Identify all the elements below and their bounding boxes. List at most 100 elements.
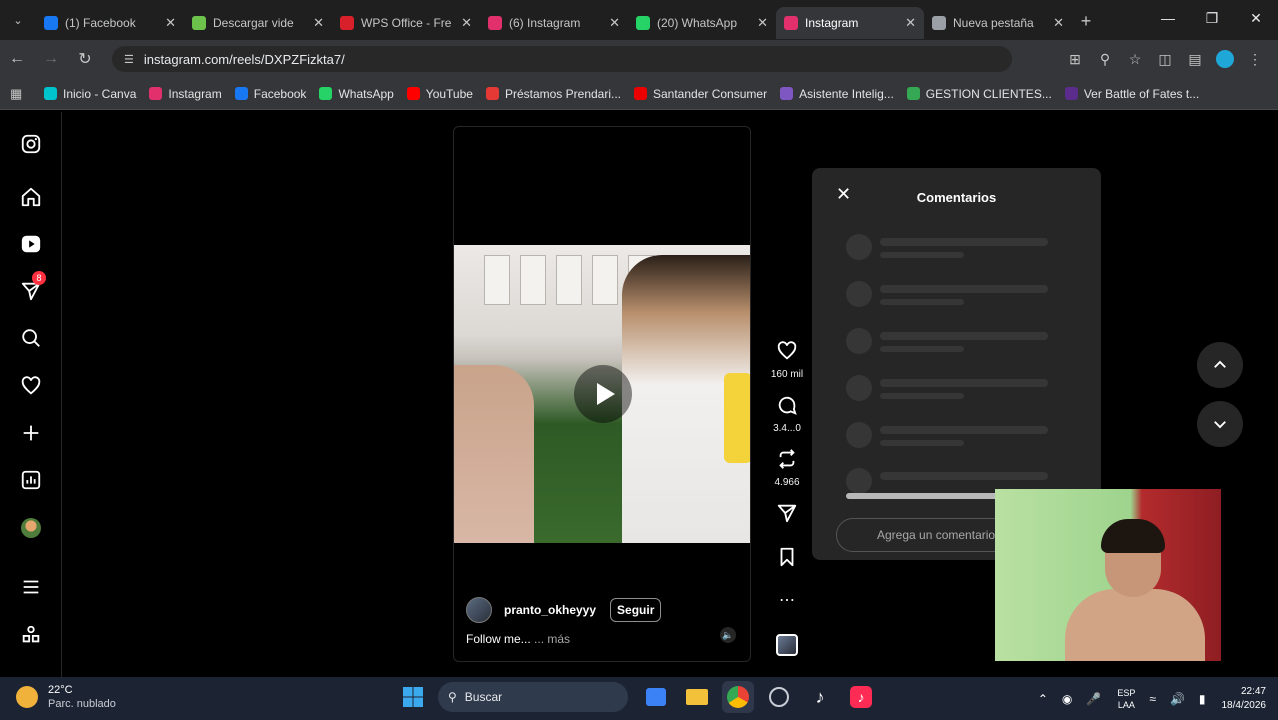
bookmark-item[interactable]: YouTube (406, 87, 473, 101)
instagram-logo-icon[interactable] (18, 131, 44, 157)
close-tab-icon[interactable]: ✕ (757, 15, 768, 31)
play-icon[interactable] (574, 365, 632, 423)
previous-reel-button[interactable] (1197, 342, 1243, 388)
microphone-icon[interactable]: 🎤 (1086, 692, 1101, 706)
apps-grid-icon[interactable]: ▦ (10, 86, 32, 102)
comment-button[interactable]: 3.4...0 (770, 394, 804, 434)
author-avatar[interactable] (466, 597, 492, 623)
bookmark-item[interactable]: Instagram (149, 87, 222, 101)
tiktok-app-icon[interactable]: ♪ (845, 681, 877, 713)
reel-video[interactable] (454, 245, 750, 543)
close-tab-icon[interactable]: ✕ (1053, 15, 1064, 31)
wifi-icon[interactable]: ≈ (1149, 692, 1156, 706)
mute-icon[interactable]: 🔈 (720, 627, 736, 643)
language-indicator[interactable]: ESP LAA (1117, 687, 1135, 711)
bookmark-item[interactable]: GESTION CLIENTES... (906, 87, 1052, 101)
caption-more-link[interactable]: ... más (534, 632, 570, 646)
forward-button[interactable]: → (34, 50, 68, 68)
file-explorer-icon[interactable] (681, 681, 713, 713)
browser-tab[interactable]: Instagram ✕ (776, 7, 924, 39)
profile-avatar[interactable] (18, 515, 44, 541)
minimize-button[interactable]: — (1146, 0, 1190, 36)
repost-button[interactable]: 4.966 (770, 448, 804, 488)
extensions-icon[interactable]: ◫ (1150, 51, 1180, 68)
bookmark-item[interactable]: Préstamos Prendari... (485, 87, 621, 101)
profile-icon[interactable] (1210, 50, 1240, 69)
bookmark-label: Asistente Intelig... (799, 86, 894, 101)
menu-icon[interactable] (18, 574, 44, 600)
share-button[interactable] (770, 502, 804, 529)
follow-button[interactable]: Seguir (610, 598, 662, 622)
site-info-icon[interactable]: ☰ (124, 53, 134, 66)
home-icon[interactable] (18, 184, 44, 210)
browser-tab[interactable]: Nueva pestaña ✕ (924, 7, 1072, 39)
tab-search-dropdown[interactable]: ⌄ (0, 0, 36, 40)
bookmark-star-icon[interactable]: ☆ (1120, 51, 1150, 68)
reload-button[interactable]: ↻ (68, 49, 102, 69)
browser-tab[interactable]: (6) Instagram ✕ (480, 7, 628, 39)
chevron-up-icon[interactable]: ⌃ (1038, 692, 1048, 706)
browser-menu-icon[interactable]: ⋮ (1240, 51, 1270, 68)
bookmark-item[interactable]: Santander Consumer (634, 87, 767, 101)
chevron-down-icon (1214, 421, 1226, 429)
close-tab-icon[interactable]: ✕ (165, 15, 176, 31)
install-app-icon[interactable]: ⊞ (1060, 51, 1090, 68)
windows-taskbar: 22°C Parc. nublado ⚲ Buscar ♪ ♪ ⌃ ◉ 🎤 ES… (0, 677, 1278, 720)
new-tab-button[interactable]: + (1072, 11, 1100, 32)
volume-icon[interactable]: 🔊 (1170, 692, 1185, 706)
browser-tab[interactable]: (1) Facebook ✕ (36, 7, 184, 39)
close-tab-icon[interactable]: ✕ (609, 15, 620, 31)
tiktok-icon[interactable]: ♪ (804, 681, 836, 713)
messages-icon[interactable]: 8 (18, 271, 46, 304)
bookmark-item[interactable]: Facebook (234, 86, 307, 101)
close-window-button[interactable]: ✕ (1234, 0, 1278, 36)
close-tab-icon[interactable]: ✕ (461, 15, 472, 31)
next-reel-button[interactable] (1197, 401, 1243, 447)
reels-icon[interactable] (18, 231, 44, 257)
save-button[interactable] (770, 546, 804, 573)
bookmark-label: WhatsApp (338, 86, 394, 101)
comments-title: Comentarios (916, 190, 997, 205)
taskbar-search[interactable]: ⚲ Buscar (438, 682, 628, 712)
bookmark-item[interactable]: WhatsApp (319, 86, 394, 101)
browser-tab[interactable]: (20) WhatsApp ✕ (628, 7, 776, 39)
zoom-icon[interactable]: ⚲ (1090, 51, 1120, 68)
battery-icon[interactable]: ▮ (1199, 692, 1206, 706)
close-tab-icon[interactable]: ✕ (905, 15, 916, 31)
chrome-icon[interactable] (722, 681, 754, 713)
bookmark-item[interactable]: Asistente Intelig... (780, 87, 894, 101)
browser-tab[interactable]: Descargar vide ✕ (184, 7, 332, 39)
browser-tab[interactable]: WPS Office - Fre ✕ (332, 7, 480, 39)
audio-thumbnail[interactable] (770, 634, 804, 661)
cast-icon[interactable]: ▤ (1180, 51, 1210, 68)
taskbar-apps: ⚲ Buscar ♪ ♪ (397, 681, 886, 713)
notifications-icon[interactable] (18, 373, 44, 399)
bookmark-favicon-icon (906, 87, 920, 100)
search-icon[interactable] (18, 325, 44, 351)
like-button[interactable]: 160 mil (770, 340, 804, 380)
bookmark-icon (780, 547, 794, 567)
network-activity-icon[interactable]: ◉ (1062, 692, 1072, 706)
bookmark-item[interactable]: Ver Battle of Fates t... (1064, 87, 1199, 101)
bookmark-favicon-icon (406, 87, 420, 100)
store-icon[interactable] (640, 681, 672, 713)
bookmark-item[interactable]: Inicio - Canva (44, 87, 136, 101)
more-options-icon[interactable]: ⋯ (770, 590, 804, 610)
clock[interactable]: 22:47 18/4/2026 (1222, 685, 1267, 713)
weather-widget[interactable]: 22°C Parc. nublado (16, 683, 116, 711)
bookmark-label: Facebook (253, 86, 307, 101)
omnibox[interactable]: ☰ instagram.com/reels/DXPZFizkta7/ (112, 46, 1012, 72)
back-button[interactable]: ← (0, 50, 34, 68)
meta-apps-icon[interactable] (18, 622, 44, 648)
weather-text: 22°C Parc. nublado (48, 683, 116, 711)
video-cup (724, 373, 750, 463)
create-icon[interactable] (18, 420, 44, 446)
close-tab-icon[interactable]: ✕ (313, 15, 324, 31)
video-scene (520, 255, 546, 305)
dashboard-icon[interactable] (18, 467, 44, 493)
window-controls: — ❐ ✕ (1146, 0, 1278, 36)
app-icon[interactable] (763, 681, 795, 713)
maximize-button[interactable]: ❐ (1190, 0, 1234, 36)
windows-start-icon[interactable] (397, 681, 429, 713)
author-username[interactable]: pranto_okheyyy (504, 603, 596, 617)
